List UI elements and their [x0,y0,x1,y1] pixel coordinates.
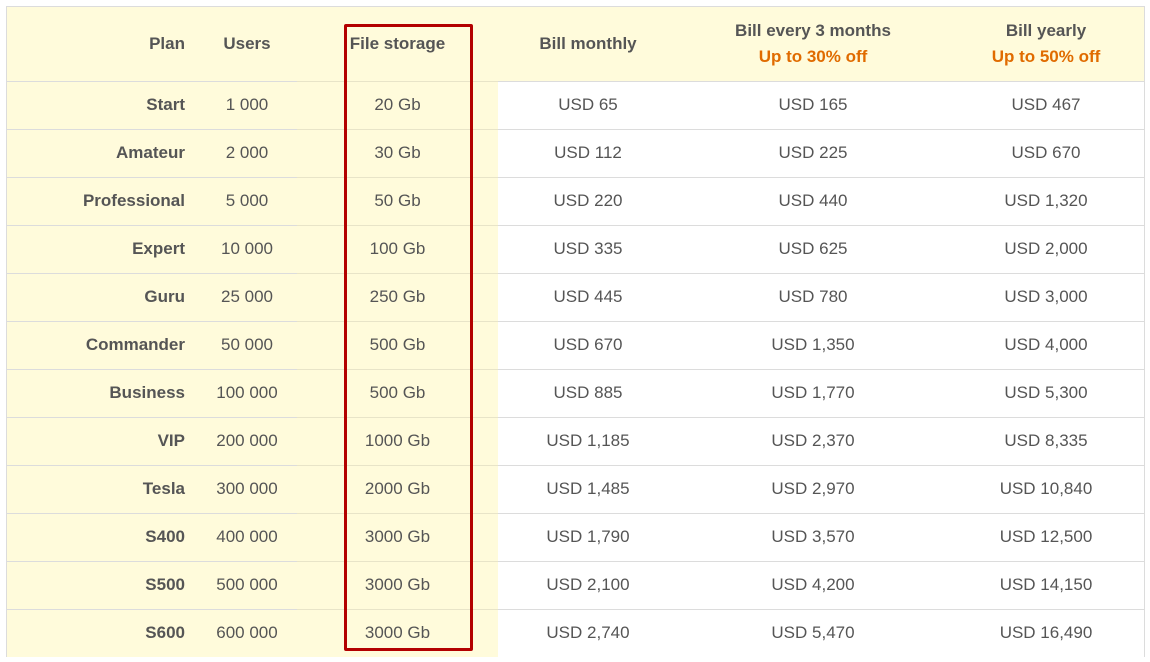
file-storage-cell: 2000 Gb [297,464,498,513]
file-storage-cell: 3000 Gb [297,560,498,609]
quarterly-price-cell: USD 5,470 [678,608,948,657]
monthly-price-cell: USD 445 [498,272,678,321]
table-row: Amateur 2 000 30 Gb USD 112 USD 225 USD 670 [7,128,1144,177]
monthly-price-cell: USD 1,485 [498,464,678,513]
header-bill-monthly: Bill monthly [498,7,678,81]
header-bill-yearly-label: Bill yearly [1005,20,1087,40]
quarterly-price-cell: USD 440 [678,176,948,225]
plan-name-cell: Business [7,368,197,417]
monthly-price-cell: USD 335 [498,224,678,273]
file-storage-cell: 3000 Gb [297,608,498,657]
yearly-price-cell: USD 467 [948,80,1144,129]
yearly-discount-label: Up to 50% off [991,46,1101,66]
file-storage-cell: 1000 Gb [297,416,498,465]
table-row: S500 500 000 3000 Gb USD 2,100 USD 4,200 USD … [7,560,1144,609]
table-row: Professional 5 000 50 Gb USD 220 USD 440 USD … [7,176,1144,225]
plan-rows: Start 1 000 20 Gb USD 65 USD 165 USD 467 Amate… [7,80,1144,657]
yearly-price-cell: USD 4,000 [948,320,1144,369]
monthly-price-cell: USD 885 [498,368,678,417]
file-storage-cell: 30 Gb [297,128,498,177]
quarterly-price-cell: USD 780 [678,272,948,321]
yearly-price-cell: USD 8,335 [948,416,1144,465]
quarterly-price-cell: USD 1,770 [678,368,948,417]
yearly-price-cell: USD 670 [948,128,1144,177]
users-cell: 300 000 [197,464,297,513]
users-cell: 200 000 [197,416,297,465]
quarterly-price-cell: USD 2,970 [678,464,948,513]
file-storage-cell: 3000 Gb [297,512,498,561]
table-row: S600 600 000 3000 Gb USD 2,740 USD 5,470 USD … [7,608,1144,657]
table-row: Commander 50 000 500 Gb USD 670 USD 1,350 USD… [7,320,1144,369]
monthly-price-cell: USD 65 [498,80,678,129]
quarterly-price-cell: USD 2,370 [678,416,948,465]
monthly-price-cell: USD 220 [498,176,678,225]
users-cell: 500 000 [197,560,297,609]
quarterly-price-cell: USD 165 [678,80,948,129]
file-storage-cell: 500 Gb [297,368,498,417]
header-bill-quarterly-label: Bill every 3 months [735,20,891,40]
plan-name-cell: Commander [7,320,197,369]
header-plan: Plan [7,7,197,81]
table-row: S400 400 000 3000 Gb USD 1,790 USD 3,570 USD … [7,512,1144,561]
table-row: Expert 10 000 100 Gb USD 335 USD 625 USD 2,00… [7,224,1144,273]
monthly-price-cell: USD 1,790 [498,512,678,561]
plan-name-cell: Tesla [7,464,197,513]
yearly-price-cell: USD 10,840 [948,464,1144,513]
plan-name-cell: S400 [7,512,197,561]
file-storage-cell: 100 Gb [297,224,498,273]
users-cell: 25 000 [197,272,297,321]
users-cell: 400 000 [197,512,297,561]
table-row: VIP 200 000 1000 Gb USD 1,185 USD 2,370 USD 8… [7,416,1144,465]
quarterly-price-cell: USD 1,350 [678,320,948,369]
yearly-price-cell: USD 12,500 [948,512,1144,561]
header-users: Users [197,7,297,81]
monthly-price-cell: USD 2,740 [498,608,678,657]
yearly-price-cell: USD 5,300 [948,368,1144,417]
users-cell: 1 000 [197,80,297,129]
users-cell: 50 000 [197,320,297,369]
header-row: Plan Users File storage Bill monthly Bil… [7,7,1144,81]
header-bill-quarterly: Bill every 3 months Up to 30% off [678,7,948,81]
monthly-price-cell: USD 2,100 [498,560,678,609]
yearly-price-cell: USD 1,320 [948,176,1144,225]
quarterly-price-cell: USD 4,200 [678,560,948,609]
yearly-price-cell: USD 14,150 [948,560,1144,609]
table-row: Tesla 300 000 2000 Gb USD 1,485 USD 2,970 USD… [7,464,1144,513]
yearly-price-cell: USD 16,490 [948,608,1144,657]
header-bill-yearly: Bill yearly Up to 50% off [948,7,1144,81]
plan-name-cell: VIP [7,416,197,465]
plan-name-cell: Guru [7,272,197,321]
plan-name-cell: Expert [7,224,197,273]
quarterly-price-cell: USD 3,570 [678,512,948,561]
yearly-price-cell: USD 2,000 [948,224,1144,273]
plan-name-cell: S600 [7,608,197,657]
table-row: Business 100 000 500 Gb USD 885 USD 1,770 USD… [7,368,1144,417]
file-storage-cell: 250 Gb [297,272,498,321]
yearly-price-cell: USD 3,000 [948,272,1144,321]
quarterly-discount-label: Up to 30% off [758,46,868,66]
monthly-price-cell: USD 112 [498,128,678,177]
table-row: Start 1 000 20 Gb USD 65 USD 165 USD 467 [7,80,1144,129]
monthly-price-cell: USD 670 [498,320,678,369]
header-file-storage: File storage [297,7,498,81]
pricing-table: Plan Users File storage Bill monthly Bil… [7,7,1144,657]
plan-name-cell: S500 [7,560,197,609]
file-storage-cell: 500 Gb [297,320,498,369]
plan-name-cell: Amateur [7,128,197,177]
users-cell: 5 000 [197,176,297,225]
file-storage-cell: 50 Gb [297,176,498,225]
users-cell: 10 000 [197,224,297,273]
plan-name-cell: Professional [7,176,197,225]
plan-name-cell: Start [7,80,197,129]
monthly-price-cell: USD 1,185 [498,416,678,465]
users-cell: 100 000 [197,368,297,417]
quarterly-price-cell: USD 225 [678,128,948,177]
quarterly-price-cell: USD 625 [678,224,948,273]
table-row: Guru 25 000 250 Gb USD 445 USD 780 USD 3,000 [7,272,1144,321]
users-cell: 600 000 [197,608,297,657]
users-cell: 2 000 [197,128,297,177]
file-storage-cell: 20 Gb [297,80,498,129]
